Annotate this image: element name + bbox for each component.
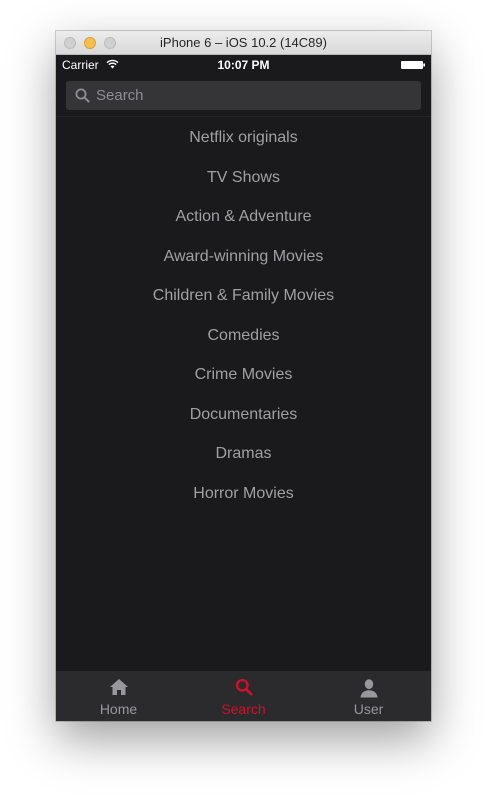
tab-bar: Home Search User bbox=[56, 671, 431, 721]
category-item-tv-shows[interactable]: TV Shows bbox=[56, 158, 431, 198]
tab-user-label: User bbox=[353, 701, 384, 717]
status-time: 10:07 PM bbox=[217, 58, 270, 72]
category-item-comedies[interactable]: Comedies bbox=[56, 316, 431, 356]
magnifier-icon bbox=[75, 88, 90, 103]
search-field-container[interactable] bbox=[66, 81, 421, 110]
search-input[interactable] bbox=[96, 81, 411, 110]
category-item-award-winning-movies[interactable]: Award-winning Movies bbox=[56, 237, 431, 277]
tab-home[interactable]: Home bbox=[56, 671, 181, 721]
window-title: iPhone 6 – iOS 10.2 (14C89) bbox=[160, 35, 327, 50]
category-item-documentaries[interactable]: Documentaries bbox=[56, 395, 431, 435]
category-item-netflix-originals[interactable]: Netflix originals bbox=[56, 118, 431, 158]
category-item-horror-movies[interactable]: Horror Movies bbox=[56, 474, 431, 514]
search-icon bbox=[235, 678, 253, 696]
category-item-action-adventure[interactable]: Action & Adventure bbox=[56, 197, 431, 237]
tab-search-label: Search bbox=[221, 701, 266, 717]
search-bar bbox=[56, 75, 431, 117]
category-item-dramas[interactable]: Dramas bbox=[56, 434, 431, 474]
window-titlebar: iPhone 6 – iOS 10.2 (14C89) bbox=[56, 31, 431, 55]
tab-home-label: Home bbox=[99, 701, 138, 717]
category-item-children-family-movies[interactable]: Children & Family Movies bbox=[56, 276, 431, 316]
tab-search[interactable]: Search bbox=[181, 671, 306, 721]
home-icon bbox=[109, 679, 128, 695]
tab-user[interactable]: User bbox=[306, 671, 431, 721]
user-icon bbox=[360, 679, 377, 698]
simulator-window: iPhone 6 – iOS 10.2 (14C89) Carrier 10:0… bbox=[56, 31, 431, 721]
battery-icon bbox=[401, 61, 425, 69]
category-item-crime-movies[interactable]: Crime Movies bbox=[56, 355, 431, 395]
category-list: Netflix originals TV Shows Action & Adve… bbox=[56, 118, 431, 513]
status-bar: Carrier 10:07 PM bbox=[56, 55, 431, 75]
